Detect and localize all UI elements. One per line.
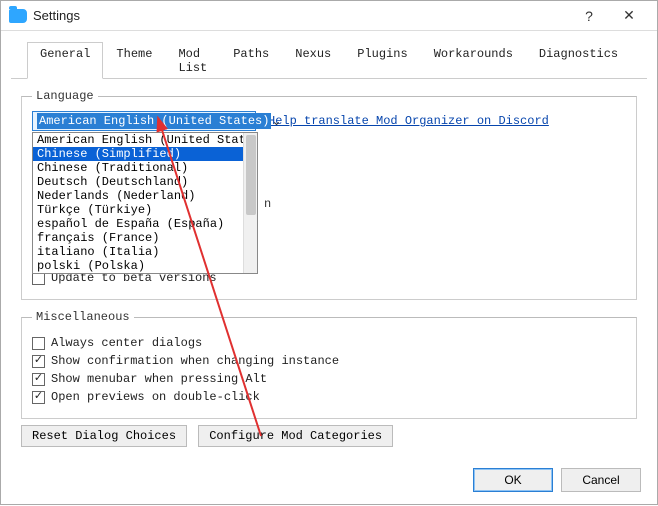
- center-dialogs-checkbox[interactable]: [32, 337, 45, 350]
- translate-help-link[interactable]: Help translate Mod Organizer on Discord: [268, 114, 549, 128]
- language-groupbox: Language American English (United States…: [21, 89, 637, 300]
- language-option[interactable]: American English (United States): [33, 133, 257, 147]
- confirm-instance-row[interactable]: ✓ Show confirmation when changing instan…: [32, 354, 626, 368]
- misc-groupbox: Miscellaneous Always center dialogs ✓ Sh…: [21, 310, 637, 419]
- menubar-alt-checkbox[interactable]: ✓: [32, 373, 45, 386]
- tab-workarounds[interactable]: Workarounds: [421, 42, 526, 79]
- language-option[interactable]: italiano (Italia): [33, 245, 257, 259]
- tab-plugins[interactable]: Plugins: [344, 42, 420, 79]
- obscured-text: n: [264, 197, 271, 211]
- previews-dbl-row[interactable]: ✓ Open previews on double-click: [32, 390, 626, 404]
- ok-button[interactable]: OK: [473, 468, 553, 492]
- titlebar: Settings ? ✕: [1, 1, 657, 31]
- previews-dbl-label: Open previews on double-click: [51, 390, 260, 404]
- tab-modlist[interactable]: Mod List: [165, 42, 220, 79]
- language-dropdown: American English (United States) Chinese…: [32, 132, 258, 274]
- configure-mod-categories-button[interactable]: Configure Mod Categories: [198, 425, 393, 447]
- tab-paths[interactable]: Paths: [220, 42, 282, 79]
- language-option[interactable]: Chinese (Traditional): [33, 161, 257, 175]
- language-option[interactable]: Nederlands (Nederland): [33, 189, 257, 203]
- dialog-button-bar: OK Cancel: [473, 468, 641, 492]
- language-option[interactable]: Deutsch (Deutschland): [33, 175, 257, 189]
- center-dialogs-label: Always center dialogs: [51, 336, 202, 350]
- language-option[interactable]: polski (Polska): [33, 259, 257, 273]
- tab-general[interactable]: General: [27, 42, 103, 79]
- app-folder-icon: [9, 9, 27, 23]
- cancel-button[interactable]: Cancel: [561, 468, 641, 492]
- language-combo[interactable]: American English (United States) ⌄ Ameri…: [32, 111, 256, 131]
- window-title: Settings: [33, 8, 80, 23]
- help-button[interactable]: ?: [569, 1, 609, 31]
- language-option[interactable]: español de España (España): [33, 217, 257, 231]
- dropdown-scrollbar[interactable]: [243, 133, 257, 273]
- misc-legend: Miscellaneous: [32, 310, 134, 324]
- language-option[interactable]: français (France): [33, 231, 257, 245]
- chevron-down-icon[interactable]: ⌄: [271, 113, 281, 129]
- scrollbar-thumb[interactable]: [246, 135, 256, 215]
- close-button[interactable]: ✕: [609, 1, 649, 31]
- general-panel: Language American English (United States…: [1, 79, 657, 453]
- confirm-instance-checkbox[interactable]: ✓: [32, 355, 45, 368]
- tab-nexus[interactable]: Nexus: [282, 42, 344, 79]
- language-option[interactable]: Türkçe (Türkiye): [33, 203, 257, 217]
- language-combo-selected: American English (United States): [37, 113, 271, 129]
- reset-dialog-choices-button[interactable]: Reset Dialog Choices: [21, 425, 187, 447]
- previews-dbl-checkbox[interactable]: ✓: [32, 391, 45, 404]
- center-dialogs-row[interactable]: Always center dialogs: [32, 336, 626, 350]
- menubar-alt-row[interactable]: ✓ Show menubar when pressing Alt: [32, 372, 626, 386]
- confirm-instance-label: Show confirmation when changing instance: [51, 354, 339, 368]
- language-option[interactable]: Chinese (Simplified): [33, 147, 257, 161]
- tab-diagnostics[interactable]: Diagnostics: [526, 42, 631, 79]
- menubar-alt-label: Show menubar when pressing Alt: [51, 372, 267, 386]
- tab-theme[interactable]: Theme: [103, 42, 165, 79]
- language-legend: Language: [32, 89, 98, 103]
- tab-bar: General Theme Mod List Paths Nexus Plugi…: [11, 31, 647, 79]
